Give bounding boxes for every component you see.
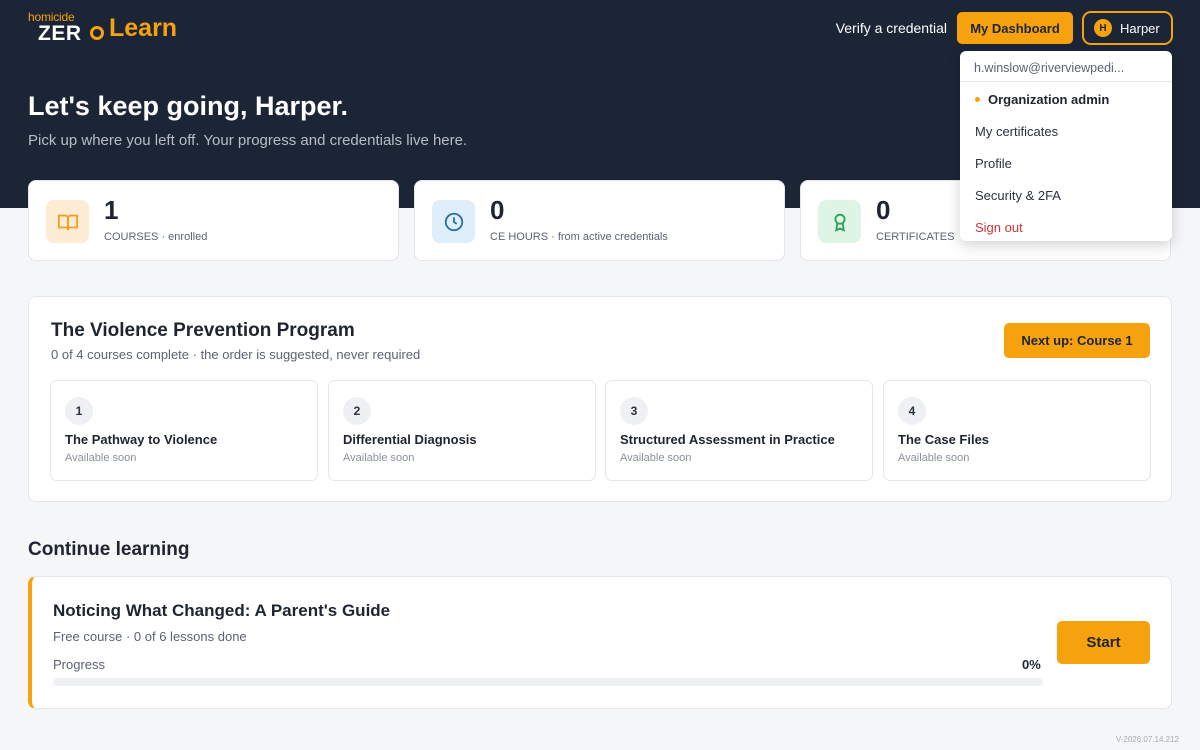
homicide-zero-learn-logo[interactable]: homicide ZER Learn: [28, 10, 198, 46]
stat-card-ce-hours: 0 CE HOURS · from active credentials: [414, 180, 785, 261]
course-card-2[interactable]: 2 Differential Diagnosis Available soon: [328, 380, 596, 481]
stat-label: CE HOURS · from active credentials: [490, 231, 668, 243]
my-dashboard-button[interactable]: My Dashboard: [957, 12, 1073, 44]
logo-learn-text: Learn: [109, 14, 178, 42]
course-number: 4: [898, 397, 926, 425]
course-number: 2: [343, 397, 371, 425]
active-dot-icon: [975, 97, 980, 102]
book-icon: [46, 200, 89, 243]
course-name: Differential Diagnosis: [343, 432, 477, 447]
program-title: The Violence Prevention Program: [51, 320, 355, 341]
course-title: Noticing What Changed: A Parent's Guide: [53, 601, 391, 620]
course-status: Available soon: [898, 452, 970, 464]
next-course-button[interactable]: Next up: Course 1: [1004, 323, 1150, 358]
stat-label: CERTIFICATES: [876, 231, 955, 243]
menu-item-my-certificates[interactable]: My certificates: [960, 114, 1172, 146]
continue-learning-heading: Continue learning: [28, 539, 190, 560]
user-email: h.winslow@riverviewpedi...: [960, 51, 1172, 82]
course-meta: Free course · 0 of 6 lessons done: [53, 629, 247, 644]
page-title: Let's keep going, Harper.: [28, 91, 349, 121]
course-status: Available soon: [343, 452, 415, 464]
progress-percent: 0%: [1022, 657, 1041, 672]
menu-item-profile[interactable]: Profile: [960, 146, 1172, 178]
progress-bar: [53, 678, 1043, 686]
award-icon: [818, 200, 861, 243]
course-number: 3: [620, 397, 648, 425]
user-dropdown-menu: h.winslow@riverviewpedi... Organization …: [960, 51, 1172, 241]
version-label: V-2026.07.14.212: [1115, 735, 1179, 744]
course-status: Available soon: [620, 452, 692, 464]
continue-course-card: Noticing What Changed: A Parent's Guide …: [28, 576, 1172, 709]
stat-card-courses: 1 COURSES · enrolled: [28, 180, 399, 261]
menu-item-sign-out[interactable]: Sign out: [960, 210, 1172, 242]
program-subtitle: 0 of 4 courses complete · the order is s…: [51, 347, 421, 362]
course-status: Available soon: [65, 452, 137, 464]
menu-item-security[interactable]: Security & 2FA: [960, 178, 1172, 210]
menu-item-label: Sign out: [975, 220, 1023, 235]
user-name: Harper: [1120, 20, 1160, 36]
progress-label: Progress: [53, 657, 106, 672]
stat-value: 0: [876, 195, 891, 225]
logo-zero-text: ZER: [38, 22, 82, 45]
program-card: The Violence Prevention Program 0 of 4 c…: [28, 296, 1172, 502]
course-name: The Pathway to Violence: [65, 432, 218, 447]
start-course-button[interactable]: Start: [1057, 621, 1150, 664]
menu-item-label: My certificates: [975, 124, 1059, 139]
menu-item-label: Profile: [975, 156, 1012, 171]
stat-label: COURSES · enrolled: [104, 231, 208, 243]
menu-item-organization-admin[interactable]: Organization admin: [960, 82, 1172, 114]
avatar: H: [1094, 19, 1112, 37]
course-number: 1: [65, 397, 93, 425]
clock-icon: [432, 200, 475, 243]
menu-item-label: Security & 2FA: [975, 188, 1061, 203]
course-card-1[interactable]: 1 The Pathway to Violence Available soon: [50, 380, 318, 481]
menu-item-label: Organization admin: [988, 92, 1110, 107]
course-name: The Case Files: [898, 432, 990, 447]
stat-value: 0: [490, 195, 505, 225]
stat-value: 1: [104, 195, 119, 225]
gear-icon: [90, 26, 104, 40]
course-name: Structured Assessment in Practice: [620, 432, 835, 447]
course-card-3[interactable]: 3 Structured Assessment in Practice Avai…: [605, 380, 873, 481]
user-menu-button[interactable]: H Harper: [1082, 11, 1173, 45]
verify-credential-link[interactable]: Verify a credential: [836, 20, 947, 36]
page-subtitle: Pick up where you left off. Your progres…: [28, 132, 468, 149]
course-card-4[interactable]: 4 The Case Files Available soon: [883, 380, 1151, 481]
